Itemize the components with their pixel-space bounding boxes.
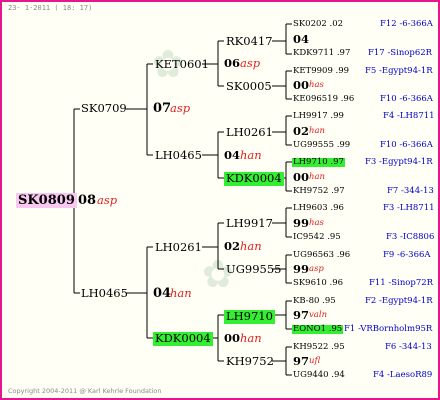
gen5-tag: han [240, 331, 262, 345]
gen7-top-info: F5 -Egypt94-1R [365, 66, 433, 76]
gen7-top-info: F3 -LH8711 [383, 203, 435, 213]
gen5-year: 00 [224, 331, 241, 345]
gen7-bottom-info: F7 -344-13 [387, 186, 434, 196]
gen3-year: 07 [153, 101, 172, 116]
gen7-bottom-info: F1 -VRBornholm95R [344, 324, 433, 334]
gen7-top-id[interactable]: KB-80 .95 [293, 297, 336, 306]
gen6-id[interactable]: SK0005 [226, 80, 272, 93]
gen7-top-id[interactable]: KET9909 .99 [293, 67, 349, 76]
gen3-tag: han [170, 286, 192, 300]
root-queen-tag: asp [97, 193, 118, 207]
gen7-year: 04 [293, 32, 310, 46]
gen7-top-id-highlighted[interactable]: LH9710 .97 [292, 158, 345, 167]
gen5-tag: han [240, 239, 262, 253]
gen7-year: 00 [293, 78, 310, 92]
gen4-id-highlighted[interactable]: KDK0004 [153, 332, 213, 346]
gen7-bottom-info: F4 -LaesoR89 [373, 370, 433, 380]
gen5-year: 04 [224, 148, 241, 162]
gen7-bottom-id-highlighted[interactable]: EONO1 .95 [292, 325, 344, 334]
gen7-tag: has [309, 218, 324, 228]
gen5-tag: asp [240, 56, 261, 70]
gen7-tag: han [309, 126, 326, 136]
gen7-bottom-id[interactable]: KE096519 .96 [293, 95, 354, 104]
gen7-bottom-id[interactable]: KDK9711 .97 [293, 49, 350, 58]
gen6-id[interactable]: UG99555 [226, 263, 281, 276]
gen7-year: 99 [293, 262, 310, 276]
gen3-year: 04 [153, 286, 172, 301]
gen7-year: 02 [293, 124, 310, 138]
gen7-top-id[interactable]: UG96563 .96 [293, 251, 350, 260]
gen6-id[interactable]: KH9752 [226, 355, 274, 368]
gen7-top-info: F6 -344-13 [385, 342, 432, 352]
gen7-top-id[interactable]: LH9603 .96 [293, 204, 344, 213]
sire-id[interactable]: SK0709 [81, 102, 127, 115]
gen7-bottom-info: F11 -Sinop72R [369, 278, 434, 288]
pedigree-frame: ✿ ✿ 23- 1-2011 ( 18: 17) SK0809 08 asp S… [0, 0, 440, 400]
gen7-top-id[interactable]: SK0202 .02 [293, 20, 343, 29]
gen7-bottom-info: F10 -6-366A [380, 94, 433, 104]
root-queen-id[interactable]: SK0809 [16, 193, 77, 208]
dam-id[interactable]: LH0465 [81, 287, 128, 300]
gen7-top-info: F9 -6-366A [383, 250, 431, 260]
gen6-id-highlighted[interactable]: KDK0004 [224, 172, 284, 186]
gen6-id[interactable]: LH9917 [226, 217, 273, 230]
gen7-tag: has [309, 80, 324, 90]
gen7-year: 97 [293, 308, 310, 322]
gen7-year: 99 [293, 216, 310, 230]
gen7-top-id[interactable]: LH9917 .99 [293, 112, 344, 121]
gen7-top-id[interactable]: KH9522 .95 [293, 343, 345, 352]
gen4-id[interactable]: LH0465 [155, 149, 202, 162]
date-header: 23- 1-2011 ( 18: 17) [8, 4, 93, 12]
gen7-bottom-id[interactable]: UG9440 .94 [293, 371, 345, 380]
gen7-bottom-id[interactable]: KH9752 .97 [293, 187, 345, 196]
gen4-id[interactable]: KET0601 [155, 58, 209, 71]
gen7-top-info: F2 -Egypt94-1R [365, 296, 433, 306]
copyright-footer: Copyright 2004-2011 @ Karl Kehrle Founda… [8, 387, 162, 395]
gen5-year: 06 [224, 56, 241, 70]
gen7-tag: han [309, 172, 326, 182]
gen3-tag: asp [170, 101, 191, 115]
gen6-id[interactable]: RK0417 [226, 35, 273, 48]
gen7-year: 00 [293, 170, 310, 184]
gen6-id[interactable]: LH0261 [226, 126, 273, 139]
gen7-bottom-id[interactable]: UG99555 .99 [293, 141, 350, 150]
gen7-year: 97 [293, 354, 310, 368]
gen7-bottom-info: F17 -Sinop62R [368, 48, 433, 58]
gen7-bottom-info: F3 -IC8806 [386, 232, 435, 242]
gen6-id-highlighted[interactable]: LH9710 [224, 310, 275, 324]
gen7-tag: valn [309, 310, 328, 320]
gen7-tag: asp [309, 264, 324, 274]
gen7-top-info: F12 -6-366A [380, 19, 433, 29]
root-queen-year: 08 [78, 193, 97, 208]
gen7-top-info: F4 -LH8711 [383, 111, 435, 121]
gen7-tag: ufl [309, 356, 321, 366]
gen7-bottom-info: F10 -6-366A [380, 140, 433, 150]
gen7-bottom-id[interactable]: IC9542 .95 [293, 233, 341, 242]
gen5-year: 02 [224, 239, 241, 253]
gen5-tag: han [240, 148, 262, 162]
gen4-id[interactable]: LH0261 [155, 241, 202, 254]
gen7-top-info: F3 -Egypt94-1R [365, 157, 433, 167]
gen7-bottom-id[interactable]: SK9610 .96 [293, 279, 343, 288]
